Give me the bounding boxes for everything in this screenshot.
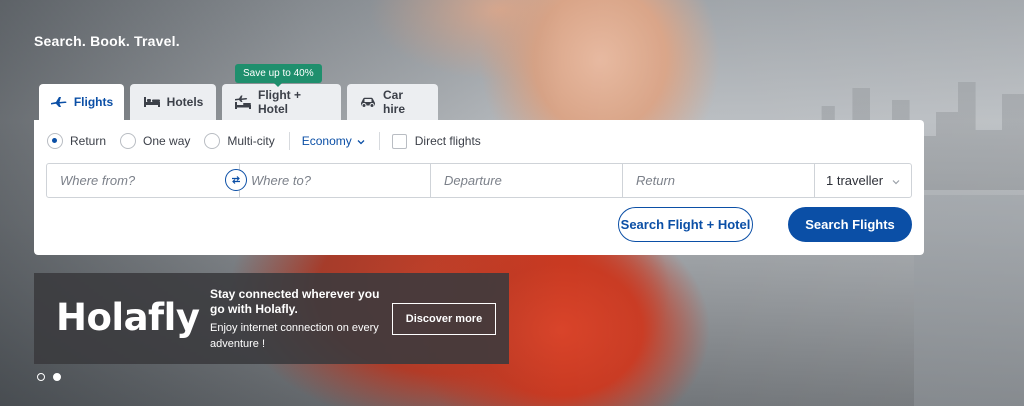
cabin-class-select[interactable]: Economy — [302, 134, 365, 148]
destination-field[interactable]: Where to? — [240, 164, 431, 197]
tab-flights[interactable]: Flights — [39, 84, 124, 120]
tab-hotels[interactable]: Hotels — [130, 84, 216, 120]
travellers-value: 1 traveller — [826, 173, 884, 188]
carousel-dot-1[interactable] — [37, 373, 45, 381]
plane-bed-icon — [234, 95, 252, 109]
ad-headline: Stay connected wherever you go with Hola… — [210, 287, 380, 316]
origin-placeholder: Where from? — [60, 173, 136, 188]
river-decoration — [914, 195, 1024, 406]
radio-icon — [204, 133, 221, 149]
return-placeholder: Return — [636, 173, 676, 188]
trip-type-one-way[interactable]: One way — [120, 133, 190, 149]
return-date-field[interactable]: Return — [623, 164, 815, 197]
radio-checked-icon — [47, 133, 63, 149]
divider — [378, 132, 380, 150]
carousel-dots — [37, 373, 61, 381]
tab-label: Flight + Hotel — [258, 88, 301, 116]
radio-label: Multi-city — [227, 134, 275, 148]
chevron-down-icon — [892, 173, 900, 188]
radio-icon — [120, 133, 137, 149]
discover-more-button[interactable]: Discover more — [392, 303, 496, 335]
cabin-class-value: Economy — [301, 134, 352, 148]
travellers-select[interactable]: 1 traveller — [815, 164, 911, 197]
hero-tagline: Search. Book. Travel. — [34, 33, 180, 49]
ad-body-text: Enjoy internet connection on every adven… — [210, 322, 379, 350]
chevron-down-icon — [357, 134, 365, 148]
tab-label: Hotels — [166, 95, 204, 109]
swap-airports-button[interactable] — [225, 169, 247, 191]
tab-flight-hotel[interactable]: Flight + Hotel — [222, 84, 341, 120]
bed-icon — [143, 96, 161, 108]
product-tabs: Flights Hotels Flight + Hotel Car hire — [39, 84, 438, 120]
swap-arrows-icon — [230, 173, 242, 188]
tab-label: Car hire — [383, 88, 406, 116]
trip-type-multi-city[interactable]: Multi-city — [204, 133, 275, 149]
tab-label: Flights — [73, 95, 114, 109]
radio-label: One way — [143, 134, 191, 148]
car-icon — [359, 96, 377, 108]
promo-badge: Save up to 40% — [235, 64, 322, 87]
destination-placeholder: Where to? — [251, 173, 311, 188]
search-fields: Where from? Where to? Departure Return 1… — [46, 163, 912, 198]
divider — [288, 132, 290, 150]
flight-search-card: Return One way Multi-city Economy Direct… — [34, 120, 924, 255]
carousel-dot-2[interactable] — [53, 373, 61, 381]
trip-type-return[interactable]: Return — [47, 133, 106, 149]
holafly-logo: Holafly — [56, 296, 200, 339]
holafly-ad-banner[interactable]: Holafly Stay connected wherever you go w… — [34, 273, 509, 364]
origin-field[interactable]: Where from? — [47, 164, 247, 197]
direct-flights-checkbox[interactable]: Direct flights — [391, 133, 481, 149]
departure-placeholder: Departure — [444, 173, 502, 188]
departure-date-field[interactable]: Departure — [431, 164, 623, 197]
radio-label: Return — [70, 134, 107, 148]
checkbox-label: Direct flights — [414, 134, 481, 148]
search-flights-button[interactable]: Search Flights — [788, 207, 912, 242]
tab-car-hire[interactable]: Car hire — [347, 84, 438, 120]
search-options-row: Return One way Multi-city Economy Direct… — [47, 131, 481, 151]
plane-icon — [50, 96, 68, 108]
checkbox-icon — [391, 133, 407, 149]
search-flight-hotel-button[interactable]: Search Flight + Hotel — [618, 207, 753, 242]
